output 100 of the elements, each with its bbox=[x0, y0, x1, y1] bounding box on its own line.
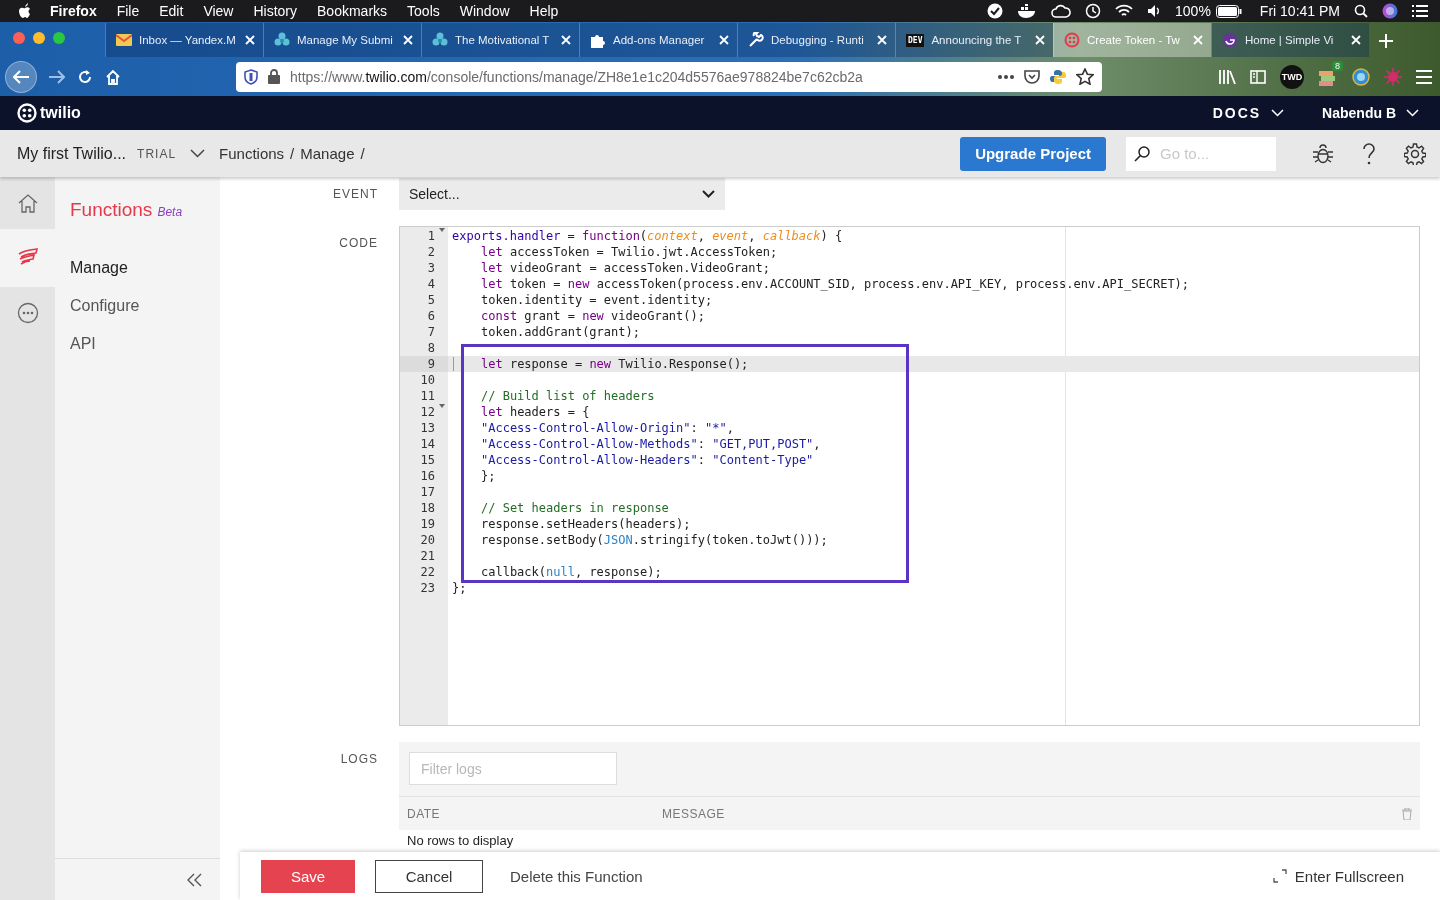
pocket-icon[interactable] bbox=[1024, 69, 1040, 84]
menu-icon[interactable] bbox=[1416, 69, 1432, 84]
browser-tab[interactable]: Inbox — Yandex.M bbox=[105, 23, 263, 57]
tab-title: Add-ons Manager bbox=[613, 34, 706, 46]
upgrade-button[interactable]: Upgrade Project bbox=[960, 136, 1106, 171]
more-icon[interactable] bbox=[998, 74, 1014, 79]
fullscreen-button[interactable]: Enter Fullscreen bbox=[1266, 866, 1410, 886]
docs-menu[interactable]: DOCS bbox=[1206, 104, 1291, 122]
code-line: "Access-Control-Allow-Origin": "*", bbox=[480, 420, 734, 436]
help-icon[interactable] bbox=[1362, 141, 1376, 166]
collapse-icon[interactable] bbox=[186, 872, 202, 887]
battery-icon[interactable] bbox=[1215, 4, 1242, 18]
menu-item[interactable]: View bbox=[203, 3, 234, 19]
plan-label: TRIAL bbox=[137, 146, 177, 161]
line-number: 5 bbox=[427, 293, 435, 307]
menu-item[interactable]: Bookmarks bbox=[317, 3, 388, 19]
nav-item[interactable]: Manage bbox=[55, 249, 220, 287]
tab-title: Announcing the T bbox=[931, 34, 1023, 46]
snake-icon[interactable] bbox=[1050, 68, 1066, 85]
line-number: 16 bbox=[420, 469, 435, 483]
menu-item[interactable]: History bbox=[253, 3, 298, 19]
code-line: const grant = new videoGrant(); bbox=[480, 308, 705, 324]
menu-item[interactable]: File bbox=[116, 3, 140, 19]
shield-icon[interactable] bbox=[244, 68, 258, 85]
forward-arrow-icon[interactable] bbox=[49, 69, 65, 84]
minimize-button[interactable] bbox=[33, 32, 45, 44]
wifi-icon[interactable] bbox=[1115, 4, 1134, 18]
search-icon[interactable] bbox=[1354, 4, 1368, 18]
breadcrumb-link[interactable]: Manage bbox=[300, 145, 355, 162]
close-icon[interactable] bbox=[245, 35, 255, 45]
browser-tab[interactable]: Manage My Submi bbox=[263, 23, 421, 57]
beta-label: Beta bbox=[157, 205, 183, 219]
project-name[interactable]: My first Twilio... bbox=[17, 144, 127, 163]
browser-tab[interactable]: Home | Simple Vi bbox=[1211, 23, 1369, 57]
browser-tab[interactable]: Debugging - Runti bbox=[737, 23, 895, 57]
bug-icon[interactable] bbox=[1312, 142, 1334, 165]
chevron-down-icon[interactable] bbox=[190, 149, 206, 158]
clock[interactable]: Fri 10:41 PM bbox=[1259, 3, 1340, 19]
close-icon[interactable] bbox=[1351, 35, 1361, 45]
menu-item[interactable]: Edit bbox=[159, 3, 184, 19]
lock-icon[interactable] bbox=[268, 69, 280, 84]
reload-icon[interactable] bbox=[77, 68, 93, 85]
cancel-button[interactable]: Cancel bbox=[375, 859, 483, 893]
breadcrumb-link[interactable]: Functions bbox=[219, 145, 285, 162]
browser-tab[interactable]: Add-ons Manager bbox=[579, 23, 737, 57]
whale-icon[interactable] bbox=[1017, 4, 1038, 18]
fold-arrow-icon[interactable] bbox=[439, 228, 445, 232]
chevron-down-icon bbox=[702, 190, 715, 198]
event-dropdown[interactable]: Select... bbox=[399, 178, 725, 210]
star-icon[interactable] bbox=[1076, 68, 1094, 85]
logo-icon[interactable] bbox=[17, 103, 37, 123]
close-icon[interactable] bbox=[1035, 35, 1045, 45]
history-icon[interactable] bbox=[1085, 3, 1102, 19]
speaker-icon[interactable] bbox=[1147, 4, 1162, 18]
extension-icon[interactable]: TWD bbox=[1280, 64, 1304, 89]
nav-item[interactable]: Configure bbox=[55, 287, 220, 325]
settings-icon[interactable] bbox=[1404, 142, 1426, 165]
fold-arrow-icon[interactable] bbox=[439, 404, 445, 408]
nav-item[interactable]: API bbox=[55, 325, 220, 363]
menu-item[interactable]: Window bbox=[459, 3, 510, 19]
code-line: let videoGrant = accessToken.VideoGrant; bbox=[480, 260, 770, 276]
list-icon[interactable] bbox=[1412, 5, 1428, 17]
line-number: 11 bbox=[420, 389, 435, 403]
close-icon[interactable] bbox=[561, 35, 571, 45]
menu-item[interactable]: Tools bbox=[407, 3, 440, 19]
orb-icon[interactable] bbox=[1382, 3, 1398, 19]
cloud-icon[interactable] bbox=[1051, 4, 1072, 18]
close-icon[interactable] bbox=[719, 35, 729, 45]
sidebar-icon[interactable] bbox=[1250, 69, 1266, 84]
code-line: callback(null, response); bbox=[480, 564, 662, 580]
close-icon[interactable] bbox=[877, 35, 887, 45]
library-icon[interactable] bbox=[1218, 68, 1236, 85]
zoom-button[interactable] bbox=[53, 32, 65, 44]
menu-item[interactable]: Help bbox=[529, 3, 559, 19]
ring-icon bbox=[1064, 32, 1080, 48]
home-icon[interactable] bbox=[105, 68, 121, 85]
browser-tab[interactable]: DEV Announcing the T bbox=[895, 23, 1053, 57]
code-line: }; bbox=[480, 468, 496, 484]
functions-icon bbox=[16, 248, 39, 268]
breadcrumb-separator: / bbox=[360, 145, 365, 162]
plus-icon[interactable] bbox=[1379, 34, 1393, 48]
site-logo: DEV bbox=[906, 33, 925, 47]
line-number: 19 bbox=[420, 517, 435, 531]
user-menu[interactable]: Nabendu B bbox=[1316, 104, 1425, 122]
circle-icon bbox=[1222, 32, 1238, 48]
delete-link[interactable]: Delete this Function bbox=[504, 866, 649, 886]
filter-field[interactable]: Filter logs bbox=[409, 752, 617, 785]
code-editor[interactable] bbox=[399, 226, 1420, 726]
address-bar[interactable]: https://www.twilio.com/console/functions/manage/ZH8e1e1c204d5576ae978824be7c62cb2a bbox=[236, 61, 1102, 92]
save-button[interactable]: Save bbox=[261, 859, 355, 893]
close-icon[interactable] bbox=[403, 35, 413, 45]
check-icon[interactable] bbox=[987, 3, 1004, 19]
apple-icon[interactable] bbox=[18, 3, 32, 19]
globe-icon[interactable] bbox=[1352, 67, 1370, 86]
browser-tab[interactable]: The Motivational T bbox=[421, 23, 579, 57]
menu-item[interactable]: Firefox bbox=[50, 3, 97, 19]
line-number: 23 bbox=[420, 581, 435, 595]
back-button[interactable] bbox=[5, 60, 37, 93]
code-line: let accessToken = Twilio.jwt.AccessToken; bbox=[480, 244, 778, 260]
chevron-down-icon bbox=[1406, 109, 1419, 117]
